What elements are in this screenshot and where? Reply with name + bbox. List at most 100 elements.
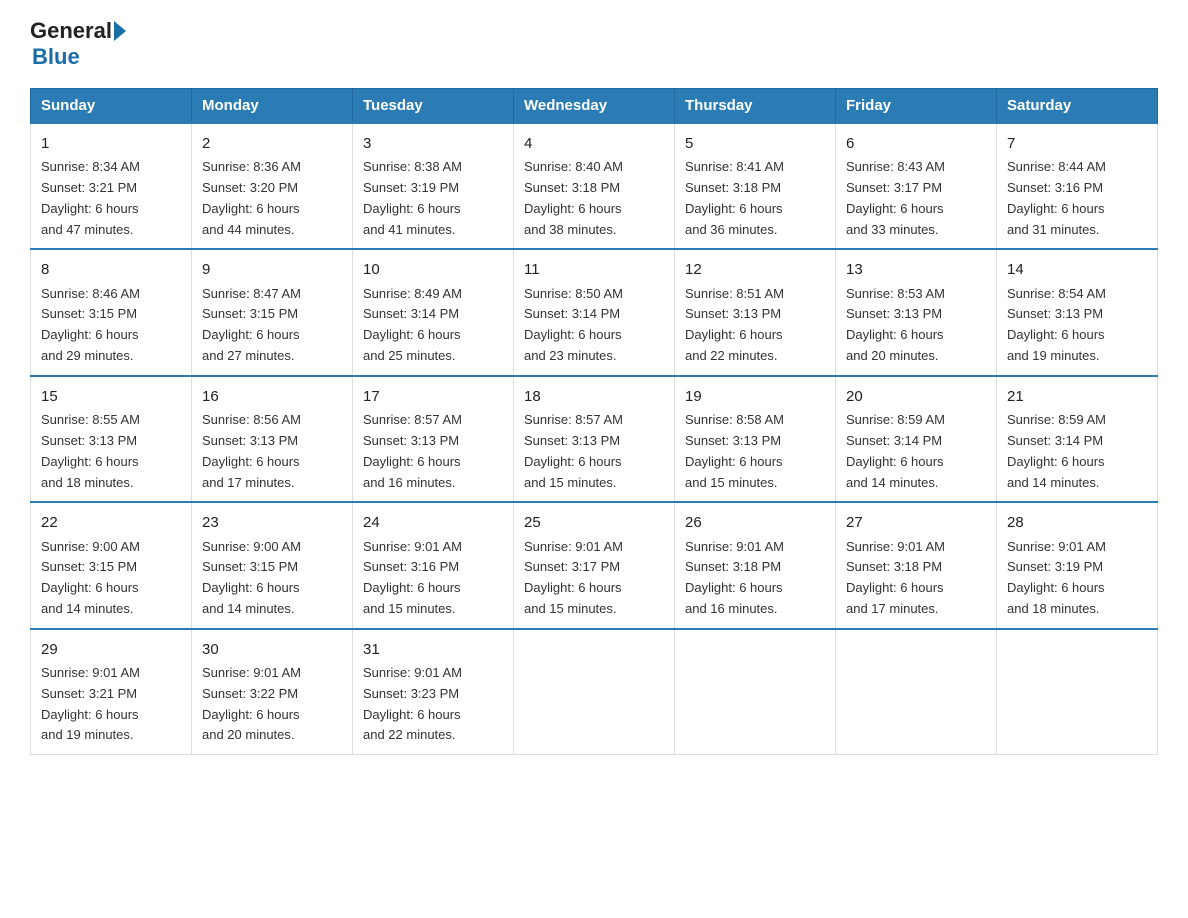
day-cell: 12 Sunrise: 8:51 AMSunset: 3:13 PMDayligh…	[675, 249, 836, 375]
day-cell: 26 Sunrise: 9:01 AMSunset: 3:18 PMDayligh…	[675, 502, 836, 628]
day-cell: 28 Sunrise: 9:01 AMSunset: 3:19 PMDayligh…	[997, 502, 1158, 628]
day-number: 12	[685, 258, 825, 281]
day-number: 8	[41, 258, 181, 281]
day-cell: 18Sunrise: 8:57 AMSunset: 3:13 PMDayligh…	[514, 376, 675, 502]
day-number: 24	[363, 511, 503, 534]
day-cell: 23 Sunrise: 9:00 AMSunset: 3:15 PMDayligh…	[192, 502, 353, 628]
day-number: 14	[1007, 258, 1147, 281]
day-cell: 16Sunrise: 8:56 AMSunset: 3:13 PMDayligh…	[192, 376, 353, 502]
day-number: 17	[363, 385, 503, 408]
day-number: 16	[202, 385, 342, 408]
day-info: Sunrise: 9:01 AMSunset: 3:17 PMDaylight:…	[524, 537, 664, 620]
day-info: Sunrise: 8:43 AMSunset: 3:17 PMDaylight:…	[846, 157, 986, 240]
day-number: 20	[846, 385, 986, 408]
day-number: 6	[846, 132, 986, 155]
header-thursday: Thursday	[675, 89, 836, 124]
day-number: 7	[1007, 132, 1147, 155]
day-cell: 13 Sunrise: 8:53 AMSunset: 3:13 PMDayligh…	[836, 249, 997, 375]
day-cell: 27Sunrise: 9:01 AMSunset: 3:18 PMDayligh…	[836, 502, 997, 628]
day-number: 28	[1007, 511, 1147, 534]
day-info: Sunrise: 8:56 AMSunset: 3:13 PMDaylight:…	[202, 410, 342, 493]
day-cell	[997, 629, 1158, 755]
header-saturday: Saturday	[997, 89, 1158, 124]
day-info: Sunrise: 9:00 AMSunset: 3:15 PMDaylight:…	[41, 537, 181, 620]
day-info: Sunrise: 9:01 AMSunset: 3:18 PMDaylight:…	[685, 537, 825, 620]
day-cell	[836, 629, 997, 755]
header-monday: Monday	[192, 89, 353, 124]
day-info: Sunrise: 9:01 AMSunset: 3:22 PMDaylight:…	[202, 663, 342, 746]
day-info: Sunrise: 8:36 AMSunset: 3:20 PMDaylight:…	[202, 157, 342, 240]
day-cell: 1Sunrise: 8:34 AMSunset: 3:21 PMDaylight…	[31, 123, 192, 249]
day-info: Sunrise: 8:41 AMSunset: 3:18 PMDaylight:…	[685, 157, 825, 240]
day-cell: 7Sunrise: 8:44 AMSunset: 3:16 PMDaylight…	[997, 123, 1158, 249]
day-cell: 30Sunrise: 9:01 AMSunset: 3:22 PMDayligh…	[192, 629, 353, 755]
header-friday: Friday	[836, 89, 997, 124]
logo-general-text: General	[30, 20, 112, 42]
calendar-body: 1Sunrise: 8:34 AMSunset: 3:21 PMDaylight…	[31, 123, 1158, 755]
day-number: 25	[524, 511, 664, 534]
day-number: 3	[363, 132, 503, 155]
day-cell: 14 Sunrise: 8:54 AMSunset: 3:13 PMDayligh…	[997, 249, 1158, 375]
day-cell: 11 Sunrise: 8:50 AMSunset: 3:14 PMDayligh…	[514, 249, 675, 375]
header-tuesday: Tuesday	[353, 89, 514, 124]
day-info: Sunrise: 8:53 AMSunset: 3:13 PMDaylight:…	[846, 284, 986, 367]
day-cell: 21Sunrise: 8:59 AMSunset: 3:14 PMDayligh…	[997, 376, 1158, 502]
day-number: 22	[41, 511, 181, 534]
day-info: Sunrise: 8:55 AMSunset: 3:13 PMDaylight:…	[41, 410, 181, 493]
day-cell: 4Sunrise: 8:40 AMSunset: 3:18 PMDaylight…	[514, 123, 675, 249]
page-header: General Blue	[30, 20, 1158, 70]
day-cell: 8 Sunrise: 8:46 AMSunset: 3:15 PMDaylight…	[31, 249, 192, 375]
day-number: 18	[524, 385, 664, 408]
day-cell: 2Sunrise: 8:36 AMSunset: 3:20 PMDaylight…	[192, 123, 353, 249]
logo: General Blue	[30, 20, 128, 70]
day-number: 31	[363, 638, 503, 661]
day-cell: 17Sunrise: 8:57 AMSunset: 3:13 PMDayligh…	[353, 376, 514, 502]
calendar-table: SundayMondayTuesdayWednesdayThursdayFrid…	[30, 88, 1158, 755]
week-row-2: 8 Sunrise: 8:46 AMSunset: 3:15 PMDaylight…	[31, 249, 1158, 375]
day-info: Sunrise: 9:01 AMSunset: 3:21 PMDaylight:…	[41, 663, 181, 746]
day-number: 23	[202, 511, 342, 534]
day-number: 15	[41, 385, 181, 408]
day-cell: 24 Sunrise: 9:01 AMSunset: 3:16 PMDayligh…	[353, 502, 514, 628]
day-cell: 3Sunrise: 8:38 AMSunset: 3:19 PMDaylight…	[353, 123, 514, 249]
day-info: Sunrise: 9:01 AMSunset: 3:16 PMDaylight:…	[363, 537, 503, 620]
calendar-header: SundayMondayTuesdayWednesdayThursdayFrid…	[31, 89, 1158, 124]
day-info: Sunrise: 8:46 AMSunset: 3:15 PMDaylight:…	[41, 284, 181, 367]
day-info: Sunrise: 8:54 AMSunset: 3:13 PMDaylight:…	[1007, 284, 1147, 367]
day-info: Sunrise: 8:50 AMSunset: 3:14 PMDaylight:…	[524, 284, 664, 367]
day-cell: 29Sunrise: 9:01 AMSunset: 3:21 PMDayligh…	[31, 629, 192, 755]
day-info: Sunrise: 9:01 AMSunset: 3:19 PMDaylight:…	[1007, 537, 1147, 620]
header-row: SundayMondayTuesdayWednesdayThursdayFrid…	[31, 89, 1158, 124]
day-info: Sunrise: 8:51 AMSunset: 3:13 PMDaylight:…	[685, 284, 825, 367]
logo-arrow-icon	[114, 21, 126, 41]
day-info: Sunrise: 8:44 AMSunset: 3:16 PMDaylight:…	[1007, 157, 1147, 240]
day-info: Sunrise: 8:57 AMSunset: 3:13 PMDaylight:…	[363, 410, 503, 493]
day-info: Sunrise: 8:59 AMSunset: 3:14 PMDaylight:…	[1007, 410, 1147, 493]
day-info: Sunrise: 9:01 AMSunset: 3:23 PMDaylight:…	[363, 663, 503, 746]
day-info: Sunrise: 8:34 AMSunset: 3:21 PMDaylight:…	[41, 157, 181, 240]
day-info: Sunrise: 8:59 AMSunset: 3:14 PMDaylight:…	[846, 410, 986, 493]
day-cell: 25 Sunrise: 9:01 AMSunset: 3:17 PMDayligh…	[514, 502, 675, 628]
day-cell	[675, 629, 836, 755]
day-number: 30	[202, 638, 342, 661]
day-number: 19	[685, 385, 825, 408]
day-number: 21	[1007, 385, 1147, 408]
day-number: 13	[846, 258, 986, 281]
day-number: 10	[363, 258, 503, 281]
day-number: 26	[685, 511, 825, 534]
day-cell: 31Sunrise: 9:01 AMSunset: 3:23 PMDayligh…	[353, 629, 514, 755]
day-number: 11	[524, 258, 664, 281]
day-number: 9	[202, 258, 342, 281]
day-info: Sunrise: 8:47 AMSunset: 3:15 PMDaylight:…	[202, 284, 342, 367]
day-cell	[514, 629, 675, 755]
day-info: Sunrise: 9:00 AMSunset: 3:15 PMDaylight:…	[202, 537, 342, 620]
week-row-1: 1Sunrise: 8:34 AMSunset: 3:21 PMDaylight…	[31, 123, 1158, 249]
day-cell: 19Sunrise: 8:58 AMSunset: 3:13 PMDayligh…	[675, 376, 836, 502]
day-info: Sunrise: 8:40 AMSunset: 3:18 PMDaylight:…	[524, 157, 664, 240]
day-cell: 15Sunrise: 8:55 AMSunset: 3:13 PMDayligh…	[31, 376, 192, 502]
header-sunday: Sunday	[31, 89, 192, 124]
day-number: 27	[846, 511, 986, 534]
day-info: Sunrise: 8:58 AMSunset: 3:13 PMDaylight:…	[685, 410, 825, 493]
day-info: Sunrise: 8:57 AMSunset: 3:13 PMDaylight:…	[524, 410, 664, 493]
day-number: 4	[524, 132, 664, 155]
